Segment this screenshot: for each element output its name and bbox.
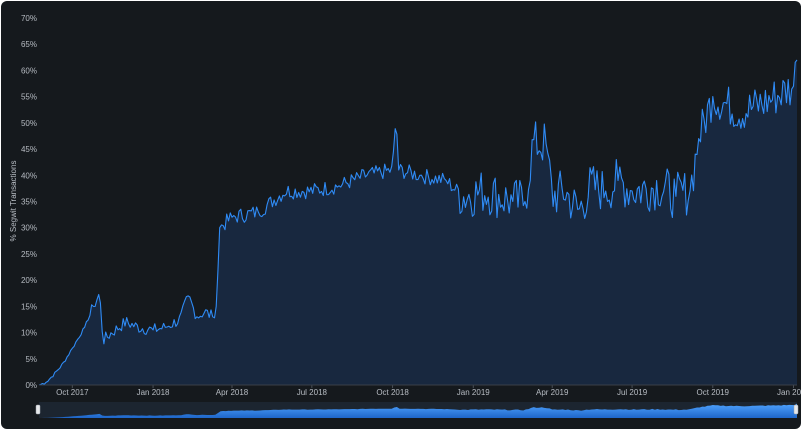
y-tick-label: 30%: [21, 224, 37, 233]
y-tick-label: 35%: [21, 198, 37, 207]
y-tick-label: 20%: [21, 276, 37, 285]
y-tick-label: 40%: [21, 171, 37, 180]
navigator-right-handle[interactable]: [793, 404, 799, 415]
navigator-left-handle[interactable]: [35, 404, 41, 415]
chart-frame: % Segwit Transactions 0% 5% 10% 15% 20% 25% 30…: [1, 1, 801, 429]
x-tick-label: Oct 2017: [56, 388, 89, 397]
y-tick-label: 0%: [25, 381, 37, 390]
y-tick-label: 25%: [21, 250, 37, 259]
y-tick-label: 45%: [21, 145, 37, 154]
x-tick-label: Jan 2020: [777, 388, 801, 397]
y-tick-label: 10%: [21, 329, 37, 338]
y-tick-label: 70%: [21, 14, 37, 23]
y-tick-label: 65%: [21, 40, 37, 49]
series-area: [39, 59, 797, 386]
x-tick-label: Jan 2018: [137, 388, 170, 397]
plot-area: [38, 59, 798, 386]
x-axis: Oct 2017 Jan 2018 Apr 2018 Jul 2018 Oct 2018…: [56, 385, 801, 397]
y-tick-label: 15%: [21, 302, 37, 311]
y-axis: 0% 5% 10% 15% 20% 25% 30% 35% 40% 45% 50% 55% 60% 65%…: [21, 14, 37, 390]
y-tick-label: 5%: [25, 355, 37, 364]
x-tick-label: Apr 2019: [536, 388, 569, 397]
x-tick-label: Jul 2018: [297, 388, 328, 397]
segwit-area-chart: % Segwit Transactions 0% 5% 10% 15% 20% 25% 30…: [9, 14, 801, 418]
y-tick-label: 60%: [21, 66, 37, 75]
x-tick-label: Apr 2018: [216, 388, 249, 397]
x-tick-label: Jan 2019: [457, 388, 490, 397]
y-tick-label: 55%: [21, 93, 37, 102]
range-navigator[interactable]: [35, 402, 799, 418]
x-tick-label: Jul 2019: [617, 388, 648, 397]
x-tick-label: Oct 2018: [376, 388, 409, 397]
y-axis-title: % Segwit Transactions: [9, 161, 18, 242]
x-tick-label: Oct 2019: [697, 388, 730, 397]
y-tick-label: 50%: [21, 119, 37, 128]
